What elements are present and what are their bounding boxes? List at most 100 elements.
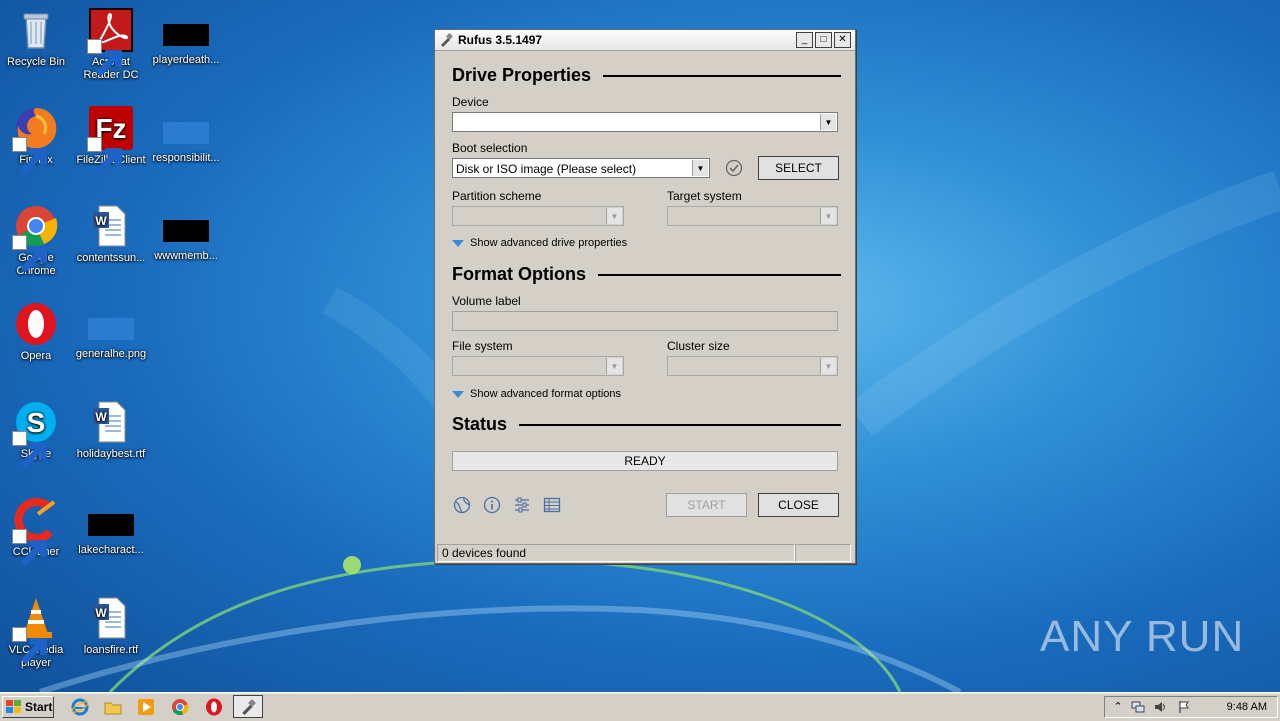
show-advanced-drive-toggle[interactable]: Show advanced drive properties xyxy=(452,237,627,249)
settings-sliders-icon[interactable] xyxy=(513,496,531,514)
file-thumbnail-icon xyxy=(88,514,134,536)
shortcut-arrow-icon xyxy=(12,627,47,665)
clock[interactable]: 9:48 AM xyxy=(1227,701,1267,713)
desktop-icon-label: loansfire.rtf xyxy=(83,644,139,656)
vlc-cone-icon xyxy=(12,596,58,665)
drive-properties-heading: Drive Properties xyxy=(452,65,592,85)
desktop-icon-generalhe[interactable]: generalhe.png xyxy=(75,302,147,361)
partition-scheme-label: Partition scheme xyxy=(452,189,542,203)
acrobat-icon xyxy=(87,8,133,77)
show-advanced-format-toggle[interactable]: Show advanced format options xyxy=(452,388,621,400)
windows-logo-icon xyxy=(6,700,21,713)
device-label: Device xyxy=(452,95,489,109)
desktop-icon-label: wwwmemb... xyxy=(154,250,218,262)
expand-triangle-icon xyxy=(452,239,464,247)
desktop-icon-label: holidaybest.rtf xyxy=(76,448,146,460)
close-button[interactable]: CLOSE xyxy=(758,493,839,517)
show-hidden-icons-icon[interactable]: ⌃ xyxy=(1111,700,1125,714)
section-divider xyxy=(519,423,841,426)
section-divider xyxy=(603,74,841,77)
desktop-icon-opera[interactable]: Opera xyxy=(0,302,72,363)
rufus-taskbar-button[interactable] xyxy=(233,695,263,718)
cluster-size-label: Cluster size xyxy=(667,339,730,353)
svg-text:W: W xyxy=(95,410,107,424)
advanced-format-label: Show advanced format options xyxy=(470,388,622,400)
desktop-icon-lakecharact[interactable]: lakecharact... xyxy=(75,498,147,557)
devices-found-status: 0 devices found xyxy=(437,544,795,562)
desktop-icon-filezilla[interactable]: Fz FileZilla Client xyxy=(75,106,147,175)
desktop-icon-responsibility[interactable]: responsibilit... xyxy=(150,106,222,165)
window-titlebar[interactable]: Rufus 3.5.1497 _ □ ✕ xyxy=(435,30,855,51)
minimize-button[interactable]: _ xyxy=(796,32,813,48)
start-button[interactable]: START xyxy=(666,493,747,517)
desktop-icon-ccleaner[interactable]: CCleaner xyxy=(0,498,72,567)
shortcut-arrow-icon xyxy=(12,529,47,567)
internet-explorer-icon[interactable] xyxy=(70,697,90,717)
chevron-down-icon: ▼ xyxy=(820,114,836,130)
file-explorer-icon[interactable] xyxy=(103,697,123,717)
file-thumbnail-icon xyxy=(163,220,209,242)
format-options-section: Format Options xyxy=(452,264,841,285)
volume-label-input[interactable] xyxy=(452,311,838,331)
rufus-window: Rufus 3.5.1497 _ □ ✕ Drive Properties De… xyxy=(434,29,856,564)
status-section: Status xyxy=(452,414,841,435)
select-button[interactable]: SELECT xyxy=(758,156,839,180)
file-system-dropdown[interactable]: ▼ xyxy=(452,356,624,376)
media-player-icon[interactable] xyxy=(136,697,156,717)
desktop-icon-firefox[interactable]: Firefox xyxy=(0,106,72,175)
desktop-icon-label: generalhe.png xyxy=(75,348,147,360)
desktop-icon-acrobat[interactable]: Acrobat Reader DC xyxy=(75,8,147,82)
desktop-icon-label: Recycle Bin xyxy=(6,56,66,68)
network-icon[interactable] xyxy=(1131,700,1145,714)
window-title: Rufus 3.5.1497 xyxy=(458,33,543,47)
taskbar: Start ⌃ 9:48 AM xyxy=(0,692,1280,721)
info-icon[interactable] xyxy=(483,496,501,514)
shortcut-arrow-icon xyxy=(87,137,122,175)
boot-selection-label: Boot selection xyxy=(452,141,528,155)
firefox-icon xyxy=(12,106,58,175)
chrome-icon[interactable] xyxy=(170,697,190,717)
expand-triangle-icon xyxy=(452,390,464,398)
window-statusbar: 0 devices found xyxy=(437,544,853,562)
volume-icon[interactable] xyxy=(1153,700,1167,714)
system-tray: ⌃ 9:48 AM xyxy=(1104,696,1278,718)
desktop-icon-vlc[interactable]: VLC media player xyxy=(0,596,72,670)
log-table-icon[interactable] xyxy=(543,496,561,514)
target-system-dropdown[interactable]: ▼ xyxy=(667,206,838,226)
maximize-button[interactable]: □ xyxy=(815,32,832,48)
anyrun-watermark: ANY RUN xyxy=(1040,612,1245,661)
volume-label-label: Volume label xyxy=(452,294,521,308)
word-document-icon: W xyxy=(89,400,133,444)
desktop-icon-recycle-bin[interactable]: Recycle Bin xyxy=(0,8,72,69)
start-button[interactable]: Start xyxy=(2,696,54,718)
format-options-heading: Format Options xyxy=(452,264,586,284)
file-thumbnail-icon xyxy=(88,318,134,340)
close-window-button[interactable]: ✕ xyxy=(834,32,851,48)
chevron-down-icon: ▼ xyxy=(692,160,708,176)
desktop-icon-holidaybest[interactable]: W holidaybest.rtf xyxy=(75,400,147,461)
desktop-icon-chrome[interactable]: Google Chrome xyxy=(0,204,72,278)
svg-text:W: W xyxy=(95,214,107,228)
chevron-down-icon: ▼ xyxy=(606,208,622,224)
chrome-icon xyxy=(12,204,58,273)
device-dropdown[interactable]: ▼ xyxy=(452,112,838,132)
desktop-icon-playerdeath[interactable]: playerdeath... xyxy=(150,8,222,67)
cluster-size-dropdown[interactable]: ▼ xyxy=(667,356,838,376)
start-label: Start xyxy=(25,700,53,714)
opera-icon[interactable] xyxy=(204,697,224,717)
status-heading: Status xyxy=(452,414,508,434)
chevron-down-icon: ▼ xyxy=(820,208,836,224)
desktop-icon-skype[interactable]: S Skype xyxy=(0,400,72,469)
desktop-icon-loansfire[interactable]: W loansfire.rtf xyxy=(75,596,147,657)
boot-selection-dropdown[interactable]: Disk or ISO image (Please select) ▼ xyxy=(452,158,710,178)
globe-language-icon[interactable] xyxy=(453,496,471,514)
partition-scheme-dropdown[interactable]: ▼ xyxy=(452,206,624,226)
shortcut-arrow-icon xyxy=(87,39,122,77)
desktop-icon-contentssun[interactable]: W contentssun... xyxy=(75,204,147,265)
chevron-down-icon: ▼ xyxy=(606,358,622,374)
check-hash-icon[interactable] xyxy=(725,159,743,177)
usb-drive-icon xyxy=(242,699,256,715)
action-center-flag-icon[interactable] xyxy=(1177,700,1191,714)
opera-icon xyxy=(14,302,58,346)
desktop-icon-wwwmemb[interactable]: wwwmemb... xyxy=(150,204,222,263)
